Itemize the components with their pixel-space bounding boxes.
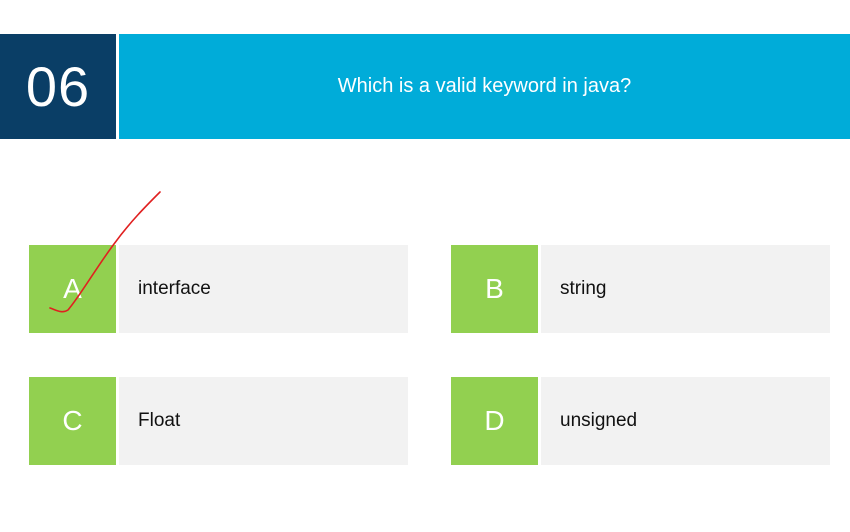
option-b-text: string [541, 245, 830, 333]
option-d-text: unsigned [541, 377, 830, 465]
option-c[interactable]: C Float [29, 377, 408, 465]
option-d[interactable]: D unsigned [451, 377, 830, 465]
quiz-slide: 06 Which is a valid keyword in java? A i… [0, 0, 850, 532]
question-text: Which is a valid keyword in java? [119, 34, 850, 139]
option-a-text: interface [119, 245, 408, 333]
option-c-letter: C [29, 377, 116, 465]
question-number: 06 [0, 34, 116, 139]
option-a-letter: A [29, 245, 116, 333]
option-c-text: Float [119, 377, 408, 465]
option-b[interactable]: B string [451, 245, 830, 333]
option-a[interactable]: A interface [29, 245, 408, 333]
option-d-letter: D [451, 377, 538, 465]
option-b-letter: B [451, 245, 538, 333]
